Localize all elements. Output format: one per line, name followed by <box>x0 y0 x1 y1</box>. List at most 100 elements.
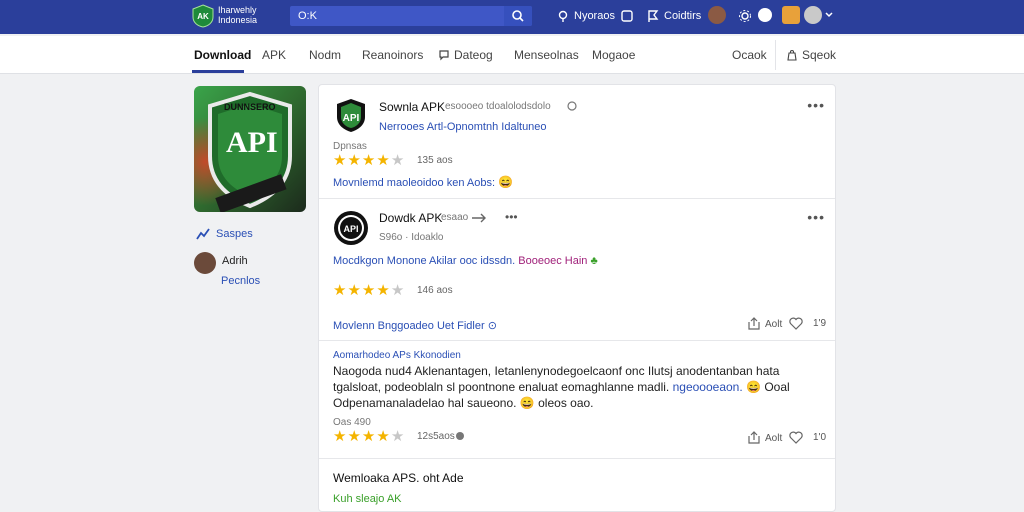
top-header: AK Iharwehly Indonesia Nyoraos Coidtirs <box>0 0 1024 34</box>
post-colored-line: Mocdkgon Monone Akilar ooc idssdn. Booeo… <box>333 255 598 267</box>
header-nyoraos[interactable]: Nyoraos <box>556 8 615 24</box>
logo-text-line2: Indonesia <box>218 15 258 25</box>
star-icon: ★ <box>347 282 361 299</box>
user-avatar[interactable] <box>804 6 822 24</box>
rating-count: 146 aos <box>417 285 453 296</box>
like-count: 1'0 <box>813 432 827 443</box>
star-icon: ★ <box>333 282 347 299</box>
share-link[interactable]: Saspes <box>196 228 253 240</box>
star-icon: ★ <box>376 152 390 169</box>
rating-count: 135 aos <box>417 155 453 166</box>
star-icon: ★ <box>376 282 390 299</box>
bookmark-icon <box>621 10 633 22</box>
tab-apk[interactable]: APK <box>262 48 286 62</box>
search-bar <box>290 6 532 26</box>
settings-icon <box>739 10 751 22</box>
post-footer-link[interactable]: Movlenn Bnggoadeo Uet Fidler ⊙ <box>333 319 497 332</box>
chat-icon <box>439 50 449 61</box>
active-tab-indicator <box>192 70 244 73</box>
search-input[interactable] <box>298 10 498 22</box>
post-link[interactable]: Kuh sleajo AK <box>333 493 402 505</box>
tab-menseolnas[interactable]: Menseolnas <box>514 48 579 62</box>
emoji-icon: 😄 <box>498 175 514 189</box>
star-icon: ★ <box>361 282 376 299</box>
rating-stars: ★ ★ ★ ★ ★ <box>333 153 404 168</box>
tab-mogaoe[interactable]: Mogaoe <box>592 48 635 62</box>
heart-icon <box>789 317 803 330</box>
thumbnail-main-label: API <box>226 126 278 159</box>
feed-post: Wemloaka APS. oht Ade Kuh sleajo AK <box>319 459 835 512</box>
rating-count: 12s5aos <box>417 431 455 442</box>
share-label: Saspes <box>216 228 253 240</box>
post-meta: esaao <box>441 212 469 223</box>
post-avatar[interactable]: API <box>333 97 369 133</box>
chevron-down-icon[interactable] <box>825 11 833 19</box>
post-body-link[interactable]: ngeoooeaon. <box>673 380 743 394</box>
header-nyoraos-label: Nyoraos <box>574 10 615 22</box>
header-bookmark[interactable] <box>620 8 634 24</box>
rating-stars: ★ ★ ★ ★ ★ <box>333 283 404 298</box>
post-title[interactable]: Dowdk APK <box>379 211 442 225</box>
header-coidtirs-label: Coidtirs <box>664 10 702 22</box>
like-button[interactable]: 1'0 <box>789 431 826 444</box>
sidebar-user-link[interactable]: Pecnlos <box>221 275 260 287</box>
post-options-icon[interactable]: ••• <box>505 210 518 224</box>
tab-nodm[interactable]: Nodm <box>309 48 341 62</box>
header-settings[interactable] <box>738 8 752 24</box>
globe-icon <box>567 101 577 111</box>
post-footer-link-text: Movlenn Bnggoadeo Uet Fidler <box>333 320 485 332</box>
post-title[interactable]: Sownla APK <box>379 100 445 114</box>
notification-icon[interactable] <box>758 8 772 22</box>
post-body: Naogoda nud4 Aklenantagen, Ietanlenynode… <box>333 363 813 411</box>
profile-badge-icon[interactable] <box>782 6 800 24</box>
nav-divider <box>775 40 776 70</box>
post-colored-text-2: Booeoec Hain <box>518 255 588 267</box>
post-more-button[interactable]: ••• <box>807 209 825 225</box>
post-more-button[interactable]: ••• <box>807 97 825 113</box>
share-label: Aolt <box>765 318 783 330</box>
post-body-tail-2: oleos oao. <box>538 396 594 410</box>
nav-sqeok[interactable]: Sqeok <box>786 48 836 62</box>
info-icon: ⊙ <box>487 320 497 332</box>
like-button[interactable]: 1'9 <box>789 317 826 330</box>
star-icon: ★ <box>333 152 347 169</box>
emoji-icon: 😄 <box>746 380 761 394</box>
tab-dateog[interactable]: Dateog <box>438 48 493 62</box>
post-date: Oas 490 <box>333 417 371 428</box>
sidebar-user-avatar[interactable] <box>194 252 216 274</box>
star-icon: ★ <box>347 428 361 445</box>
post-footer-link[interactable]: Movnlemd maoleoidoo ken Aobs: 😄 <box>333 175 513 189</box>
header-avatar[interactable] <box>708 6 726 24</box>
search-icon <box>512 10 524 22</box>
bag-icon <box>787 50 797 61</box>
feed-post: Aomarhodeo APs Kkonodien Naogoda nud4 Ak… <box>319 341 835 459</box>
tab-reanoinors[interactable]: Reanoinors <box>362 48 423 62</box>
star-icon: ★ <box>361 152 376 169</box>
leaf-icon: ♣ <box>590 255 598 267</box>
sidebar-user-name[interactable]: Adrih <box>222 255 248 267</box>
flag-icon <box>648 10 659 22</box>
post-sub: S96o · Idoaklo <box>379 232 444 243</box>
post-link[interactable]: Nerrooes Artl-Opnomtnh Idaltuneo <box>379 121 547 133</box>
post-footer-link-text: Movnlemd maoleoidoo ken Aobs: <box>333 177 496 189</box>
post-colored-text: Mocdkgon Monone Akilar ooc idssdn. <box>333 255 516 267</box>
header-coidtirs[interactable]: Coidtirs <box>646 8 701 24</box>
share-button[interactable]: Aolt <box>747 431 782 445</box>
star-icon: ★ <box>390 428 405 445</box>
feed-post: API Dowdk APK esaao ••• ••• S96o · Idoak… <box>319 199 835 341</box>
star-icon: ★ <box>390 152 405 169</box>
post-title[interactable]: Wemloaka APS. oht Ade <box>333 471 464 485</box>
tab-download[interactable]: Download <box>194 48 251 62</box>
share-icon <box>748 317 760 330</box>
nav-ocaok[interactable]: Ocaok <box>732 48 767 62</box>
app-logo-icon[interactable]: AK <box>192 4 214 28</box>
logo-text: Iharwehly Indonesia <box>218 5 257 25</box>
post-header-link[interactable]: Aomarhodeo APs Kkonodien <box>333 350 461 361</box>
nav-bar: Download APK Nodm Reanoinors Dateog Mens… <box>0 36 1024 74</box>
tab-dateog-label: Dateog <box>454 48 493 62</box>
post-avatar[interactable]: API <box>333 210 369 246</box>
share-button[interactable]: Aolt <box>747 317 782 331</box>
emoji-icon: 😄 <box>519 396 535 410</box>
nav-sqeok-label: Sqeok <box>802 48 837 62</box>
search-button[interactable] <box>504 6 532 26</box>
